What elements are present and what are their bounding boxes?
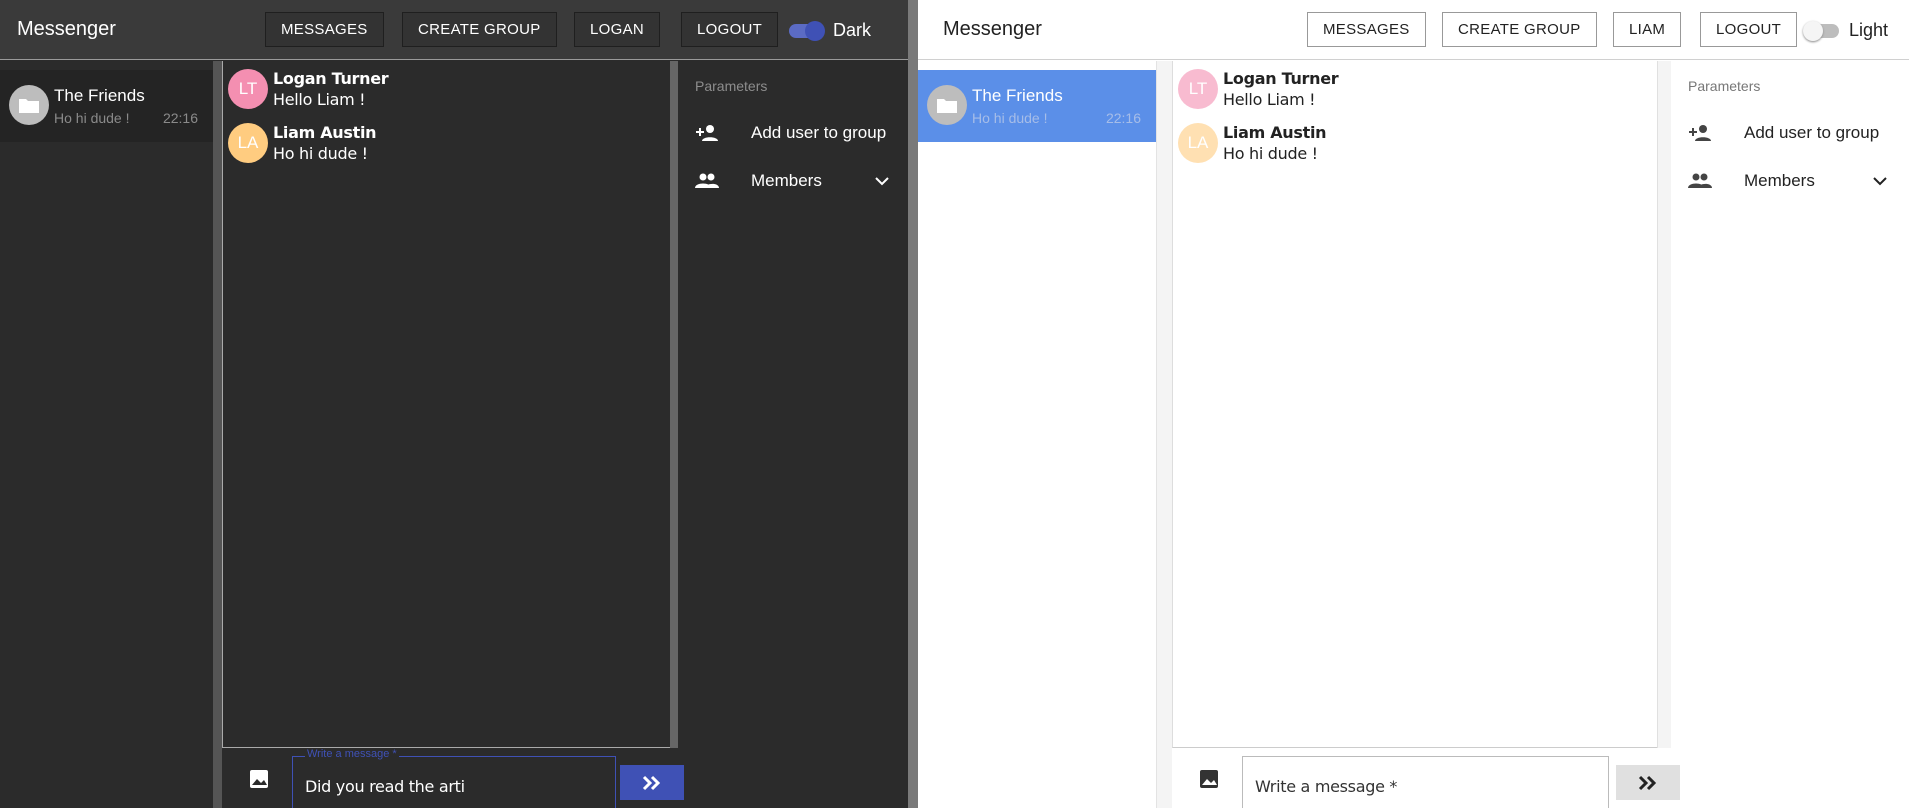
members-expander[interactable]: Members: [695, 166, 895, 196]
folder-icon: [9, 85, 49, 125]
message-author: Logan Turner: [1223, 69, 1339, 88]
message-author: Logan Turner: [273, 69, 389, 88]
add-user-label: Add user to group: [751, 123, 887, 142]
double-chevron-right-icon: [1638, 775, 1657, 790]
theme-label: Dark: [833, 20, 872, 40]
send-button[interactable]: [1616, 765, 1680, 800]
avatar: LT: [1178, 69, 1218, 109]
conversation-preview: Ho hi dude !: [54, 110, 130, 126]
theme-toggle[interactable]: [787, 20, 825, 41]
message-text: Hello Liam !: [273, 90, 366, 109]
message-input[interactable]: Write a message * Did you read the arti: [292, 748, 616, 808]
message-input-placeholder: Write a message *: [1255, 777, 1398, 796]
message-input-label: Write a message *: [305, 748, 399, 760]
send-button[interactable]: [620, 765, 684, 800]
group-icon: [1688, 173, 1712, 188]
parameters-title: Parameters: [1688, 78, 1761, 94]
logout-button[interactable]: LOGOUT: [681, 12, 779, 47]
members-expander[interactable]: Members: [1688, 166, 1888, 196]
messages-button[interactable]: MESSAGES: [265, 12, 384, 47]
message-item: LT Logan Turner Hello Liam !: [1178, 61, 1578, 111]
conversation-time: 22:16: [1105, 110, 1141, 126]
add-user-label: Add user to group: [1744, 123, 1880, 142]
message-scrollbar[interactable]: [670, 61, 678, 748]
conversation-list: The Friends Ho hi dude ! 22:16: [0, 61, 213, 808]
message-list: LT Logan Turner Hello Liam ! LA Liam Aus…: [1172, 61, 1657, 748]
app-title: Messenger: [17, 18, 116, 40]
conversation-item[interactable]: The Friends Ho hi dude ! 22:16: [0, 70, 213, 142]
message-input[interactable]: Write a message *: [1242, 756, 1609, 808]
image-icon[interactable]: [1198, 768, 1220, 790]
conversation-list: The Friends Ho hi dude ! 22:16: [918, 61, 1156, 808]
app-title: Messenger: [943, 18, 1042, 40]
light-client-window: Messenger MESSAGES CREATE GROUP LIAM LOG…: [918, 0, 1909, 808]
theme-toggle[interactable]: [1803, 20, 1839, 41]
conversation-preview: Ho hi dude !: [972, 110, 1048, 126]
chevron-down-icon: [875, 177, 889, 186]
add-user-icon: [1689, 125, 1711, 141]
message-item: LT Logan Turner Hello Liam !: [228, 61, 628, 111]
app-bar: Messenger MESSAGES CREATE GROUP LOGAN LO…: [0, 0, 908, 60]
message-text: Ho hi dude !: [273, 144, 368, 163]
folder-icon: [927, 85, 967, 125]
add-user-button[interactable]: Add user to group: [1688, 118, 1908, 148]
parameters-panel: Parameters Add user to group Members: [1671, 61, 1909, 808]
add-user-button[interactable]: Add user to group: [695, 118, 908, 148]
members-label: Members: [751, 171, 822, 190]
message-composer: Write a message *: [1172, 748, 1680, 808]
conversation-name: The Friends: [54, 86, 145, 105]
group-icon: [695, 173, 719, 188]
chevron-down-icon: [1873, 177, 1887, 186]
avatar: LA: [228, 123, 268, 163]
message-text: Hello Liam !: [1223, 90, 1316, 109]
user-button[interactable]: LIAM: [1613, 12, 1682, 47]
add-user-icon: [696, 125, 718, 141]
double-chevron-right-icon: [642, 775, 661, 790]
avatar: LT: [228, 69, 268, 109]
messages-button[interactable]: MESSAGES: [1307, 12, 1426, 47]
window-divider: [908, 0, 918, 808]
theme-label: Light: [1849, 20, 1889, 40]
app-bar: Messenger MESSAGES CREATE GROUP LIAM LOG…: [918, 0, 1909, 60]
conversation-time: 22:16: [162, 110, 198, 126]
avatar: LA: [1178, 123, 1218, 163]
conversation-name: The Friends: [972, 86, 1063, 105]
user-button[interactable]: LOGAN: [574, 12, 661, 47]
sidebar-scrollbar[interactable]: [213, 61, 222, 808]
parameters-title: Parameters: [695, 78, 768, 94]
create-group-button[interactable]: CREATE GROUP: [1442, 12, 1597, 47]
message-list: LT Logan Turner Hello Liam ! LA Liam Aus…: [222, 61, 670, 748]
parameters-panel: Parameters Add user to group Members: [678, 61, 908, 808]
message-item: LA Liam Austin Ho hi dude !: [228, 115, 628, 165]
create-group-button[interactable]: CREATE GROUP: [402, 12, 557, 47]
image-icon[interactable]: [248, 768, 270, 790]
message-input-value: Did you read the arti: [305, 777, 465, 796]
sidebar-scrollbar[interactable]: [1156, 61, 1172, 808]
message-scrollbar[interactable]: [1657, 61, 1671, 748]
message-text: Ho hi dude !: [1223, 144, 1318, 163]
message-composer: Write a message * Did you read the arti: [222, 748, 684, 808]
members-label: Members: [1744, 171, 1815, 190]
dark-client-window: Messenger MESSAGES CREATE GROUP LOGAN LO…: [0, 0, 908, 808]
logout-button[interactable]: LOGOUT: [1700, 12, 1798, 47]
message-author: Liam Austin: [1223, 123, 1327, 142]
message-item: LA Liam Austin Ho hi dude !: [1178, 115, 1578, 165]
message-author: Liam Austin: [273, 123, 377, 142]
conversation-item[interactable]: The Friends Ho hi dude ! 22:16: [918, 70, 1156, 142]
